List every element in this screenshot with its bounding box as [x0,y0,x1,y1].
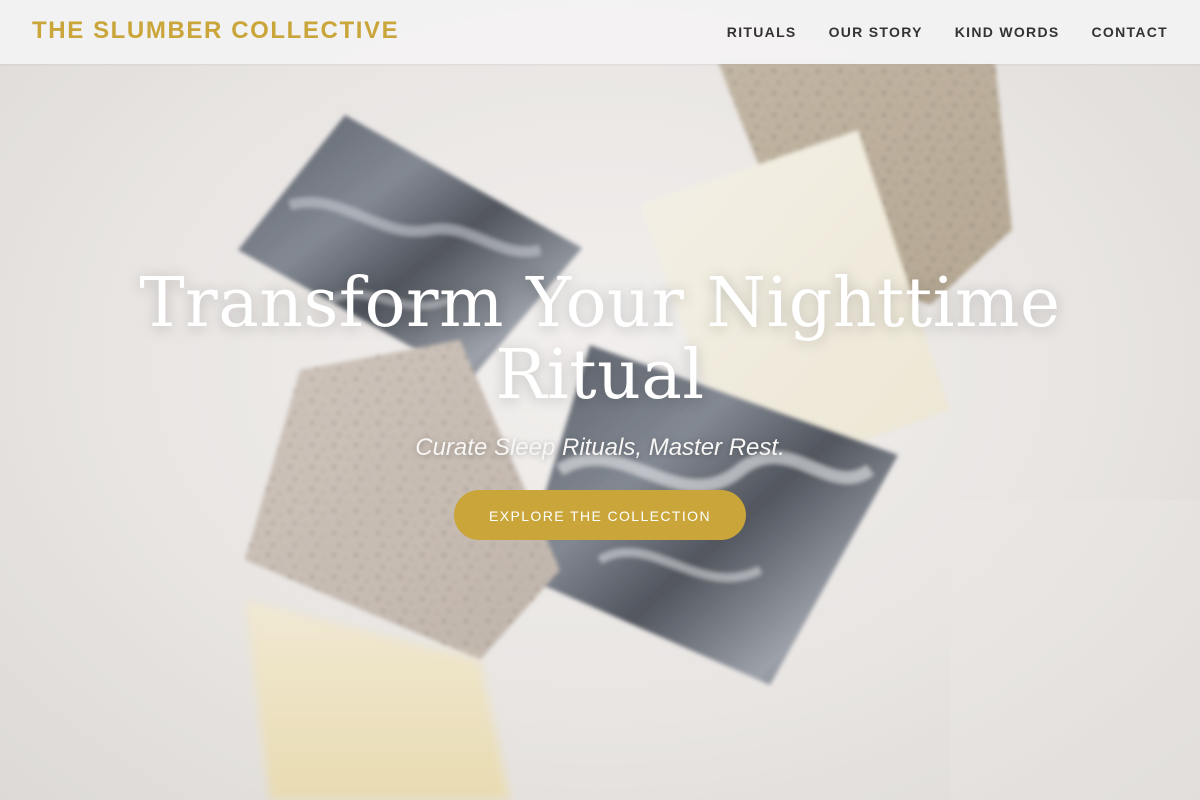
brand-logo-link[interactable]: THE SLUMBER COLLECTIVE [32,17,399,45]
hero-content: Transform Your Nighttime Ritual Curate S… [0,268,1200,540]
explore-collection-button[interactable]: EXPLORE THE COLLECTION [454,490,746,540]
main-nav: RITUALS OUR STORY KIND WORDS CONTACT [727,0,1168,64]
nav-item-rituals[interactable]: RITUALS [727,24,797,40]
hero-title: Transform Your Nighttime Ritual [139,264,1061,415]
nav-item-our-story[interactable]: OUR STORY [829,24,923,40]
nav-item-kind-words[interactable]: KIND WORDS [955,24,1060,40]
site-header: THE SLUMBER COLLECTIVE RITUALS OUR STORY… [0,0,1200,64]
hero-tagline: Curate Sleep Rituals, Master Rest. [415,434,785,461]
nav-item-contact[interactable]: CONTACT [1092,24,1169,40]
